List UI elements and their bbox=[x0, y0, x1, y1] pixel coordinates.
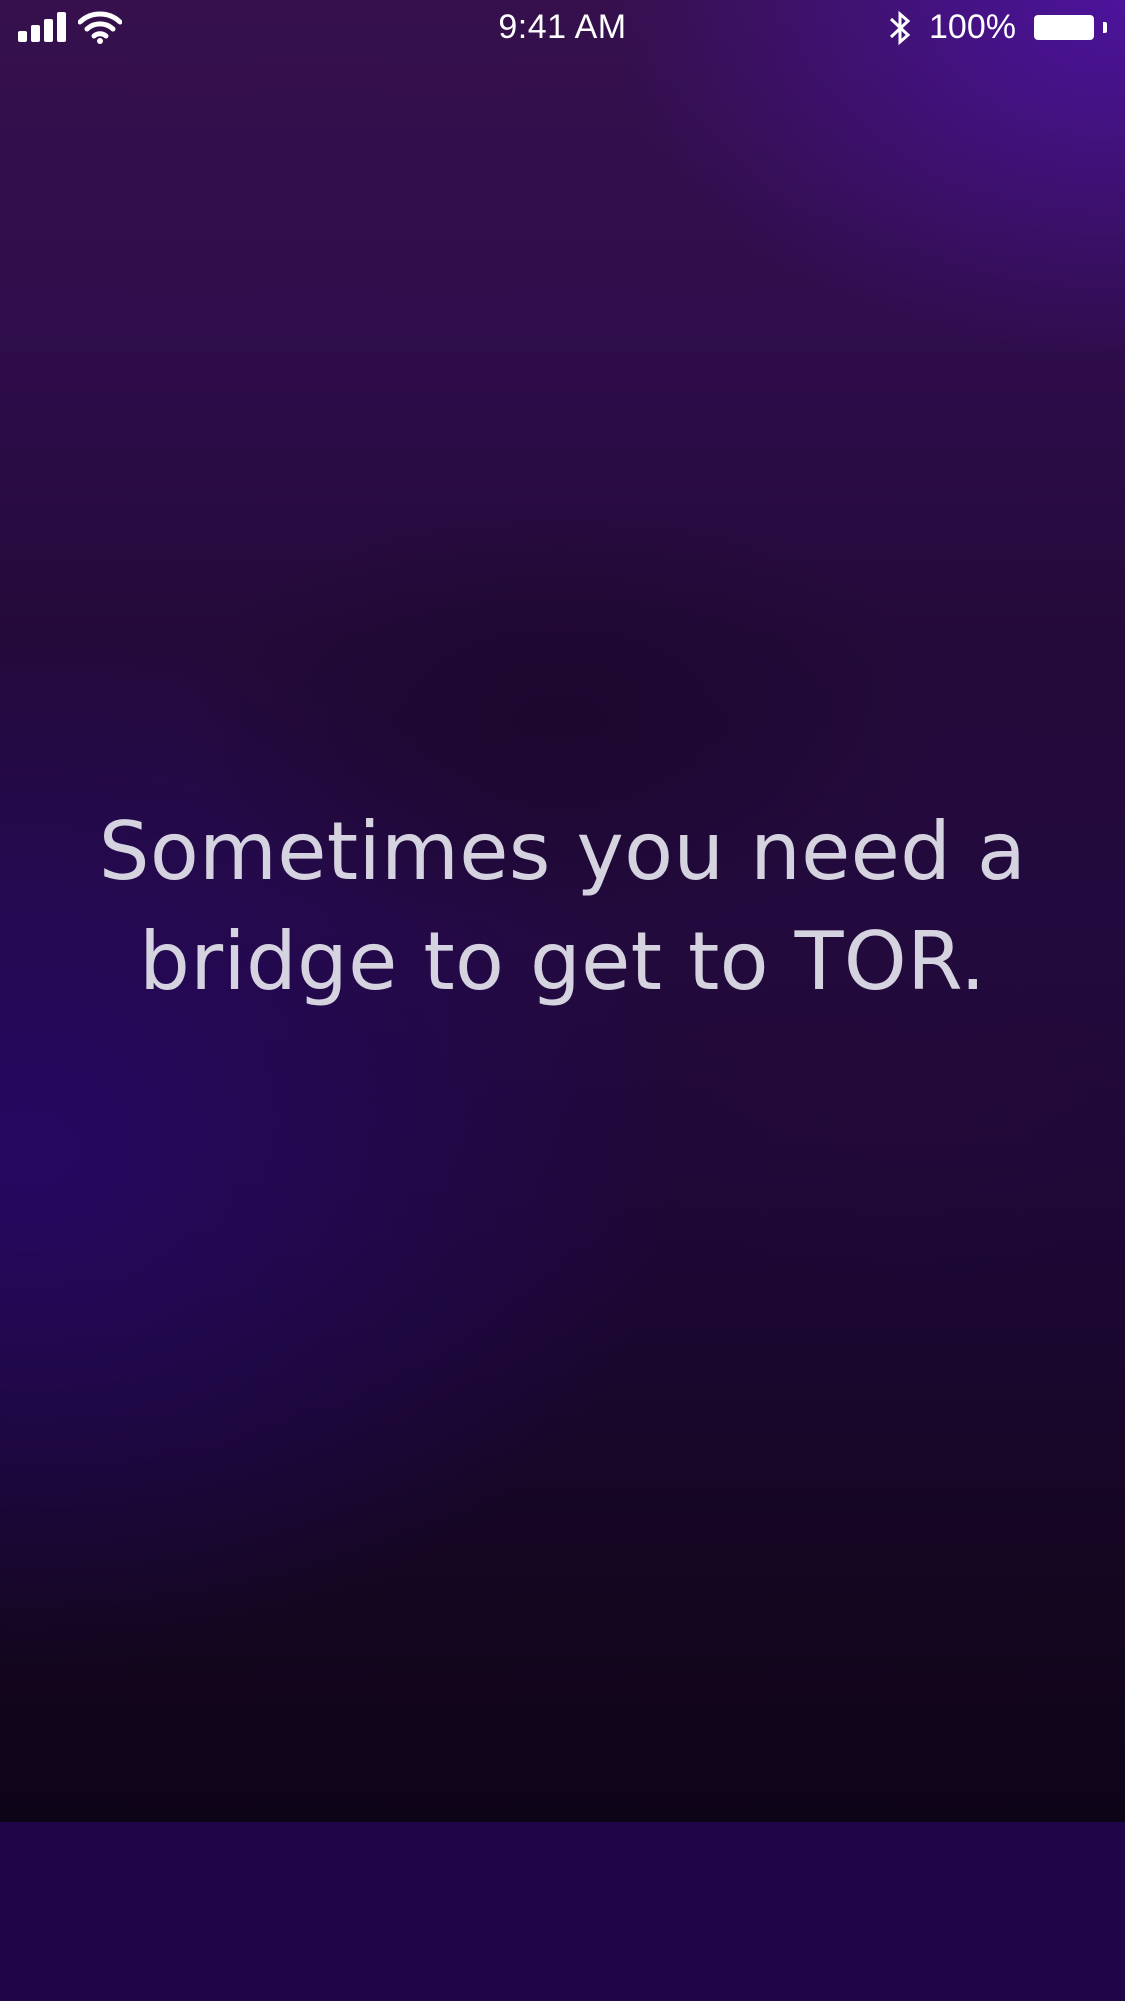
battery-percentage: 100% bbox=[929, 8, 1016, 46]
status-bar: 9:41 AM 100% bbox=[0, 0, 1125, 58]
battery-cap bbox=[1103, 22, 1107, 33]
bluetooth-icon bbox=[889, 10, 911, 46]
onboarding-screen: 9:41 AM 100% Sometimes you need a bridge… bbox=[0, 0, 1125, 2001]
bottom-panel bbox=[0, 1822, 1125, 2001]
battery-icon bbox=[1034, 15, 1094, 40]
onboarding-headline: Sometimes you need a bridge to get to TO… bbox=[60, 797, 1065, 1017]
headline-line-1: Sometimes you need a bbox=[98, 805, 1027, 898]
headline-line-2: bridge to get to TOR. bbox=[139, 915, 986, 1008]
